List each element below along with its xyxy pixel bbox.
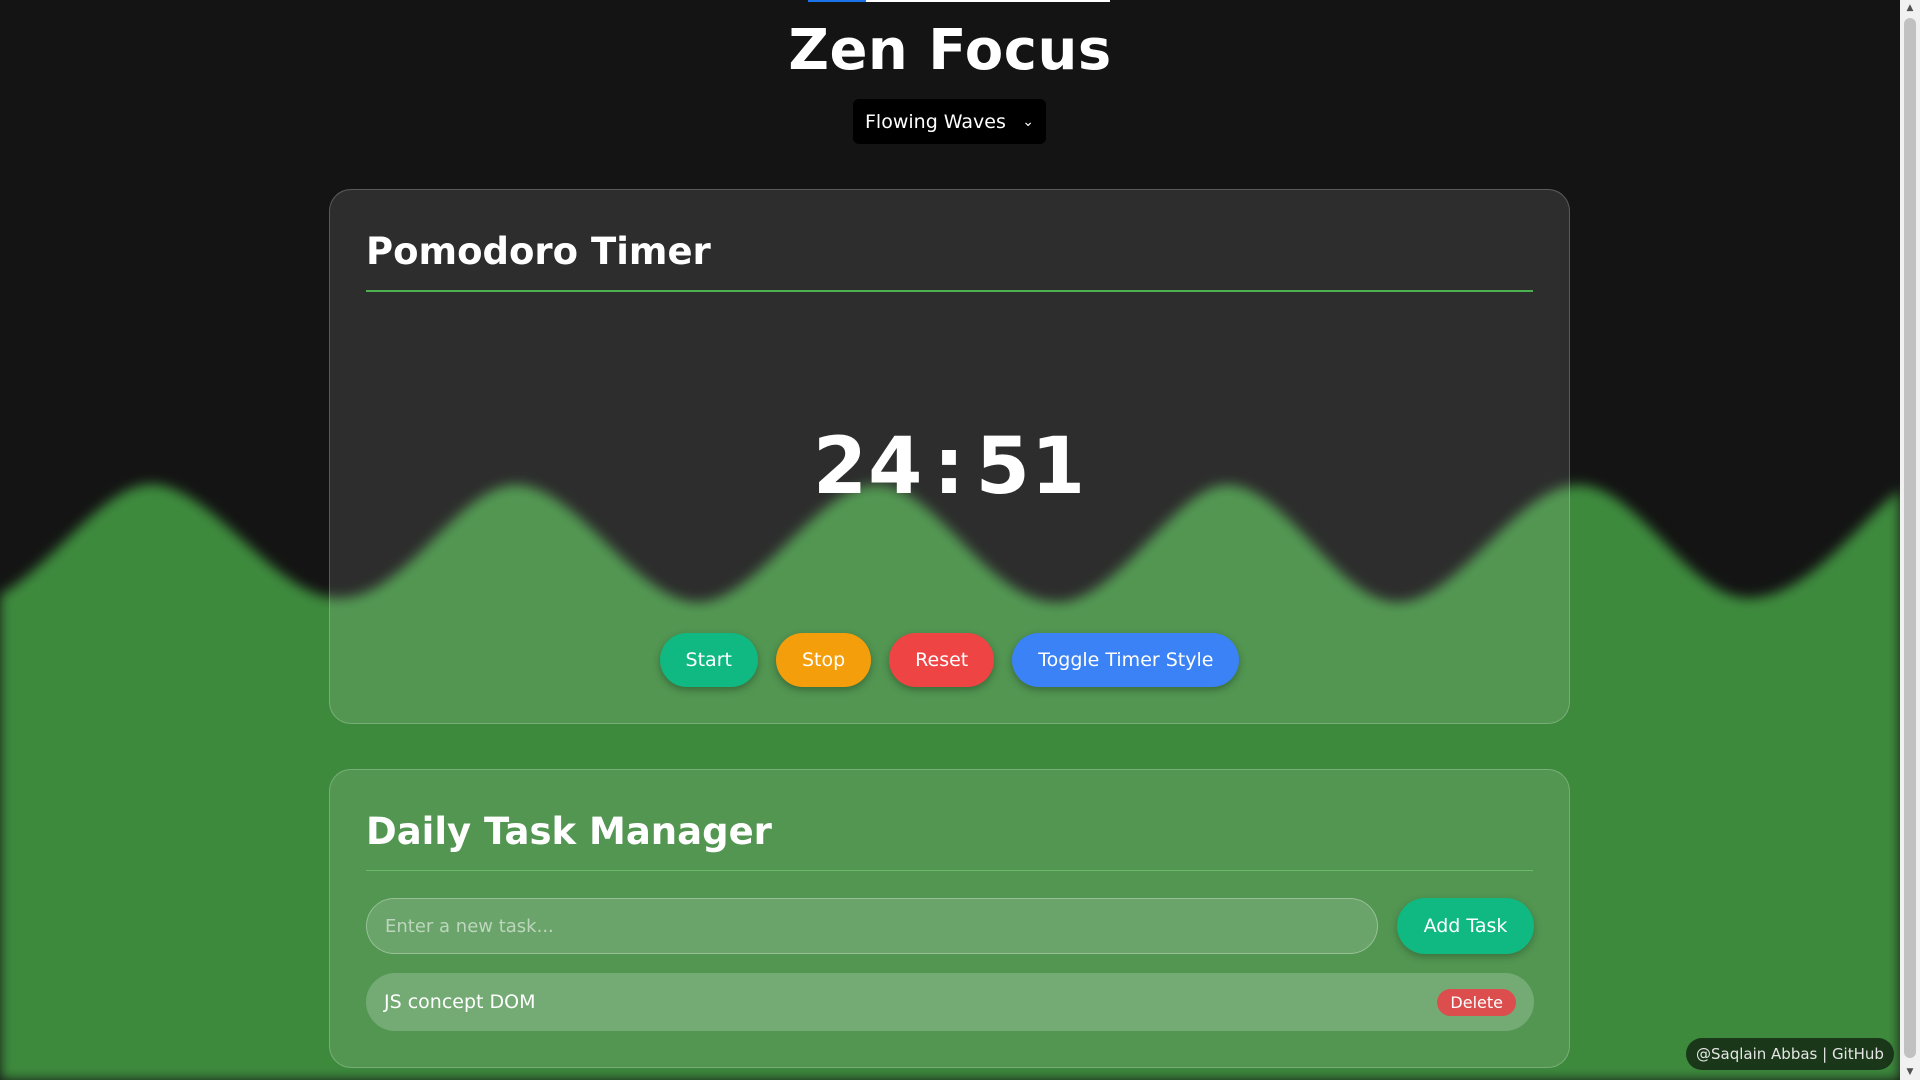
page-load-progress-fill	[808, 0, 866, 2]
pomodoro-divider	[366, 290, 1533, 292]
app-title: Zen Focus	[788, 18, 1112, 83]
task-manager-heading: Daily Task Manager	[366, 810, 772, 853]
scrollbar-thumb[interactable]	[1904, 18, 1916, 1058]
reset-button[interactable]: Reset	[889, 633, 995, 687]
add-task-button[interactable]: Add Task	[1397, 898, 1534, 954]
theme-select-value: Flowing Waves	[865, 110, 1006, 133]
task-manager-card: Daily Task Manager Enter a new task... A…	[329, 769, 1570, 1068]
page-load-progress	[808, 0, 1110, 2]
delete-task-button[interactable]: Delete	[1437, 988, 1516, 1016]
toggle-timer-style-button[interactable]: Toggle Timer Style	[1012, 633, 1240, 687]
timer-seconds: 51	[975, 422, 1087, 512]
task-manager-divider	[366, 870, 1533, 871]
start-button[interactable]: Start	[659, 633, 758, 687]
app-viewport: Zen Focus Flowing Waves ⌄ Pomodoro Timer…	[0, 0, 1920, 1080]
pomodoro-card: Pomodoro Timer 24:51 Start Stop Reset To…	[329, 189, 1570, 724]
scroll-up-arrow-icon[interactable]: ▲	[1900, 0, 1920, 16]
task-item: JS concept DOM Delete	[366, 973, 1534, 1031]
timer-separator: :	[933, 422, 966, 512]
pomodoro-heading: Pomodoro Timer	[366, 230, 711, 273]
stop-button[interactable]: Stop	[775, 633, 872, 687]
theme-select[interactable]: Flowing Waves ⌄	[853, 99, 1046, 144]
task-item-text: JS concept DOM	[384, 991, 536, 1013]
vertical-scrollbar[interactable]: ▲ ▼	[1900, 0, 1920, 1080]
footer-credit-link[interactable]: @Saqlain Abbas | GitHub	[1686, 1038, 1894, 1070]
task-input-placeholder: Enter a new task...	[385, 915, 554, 937]
scroll-down-arrow-icon[interactable]: ▼	[1900, 1064, 1920, 1080]
timer-display: 24:51	[330, 422, 1569, 512]
chevron-down-icon: ⌄	[1022, 113, 1034, 130]
task-input[interactable]: Enter a new task...	[366, 898, 1378, 954]
timer-minutes: 24	[812, 422, 924, 512]
timer-controls: Start Stop Reset Toggle Timer Style	[330, 633, 1569, 687]
